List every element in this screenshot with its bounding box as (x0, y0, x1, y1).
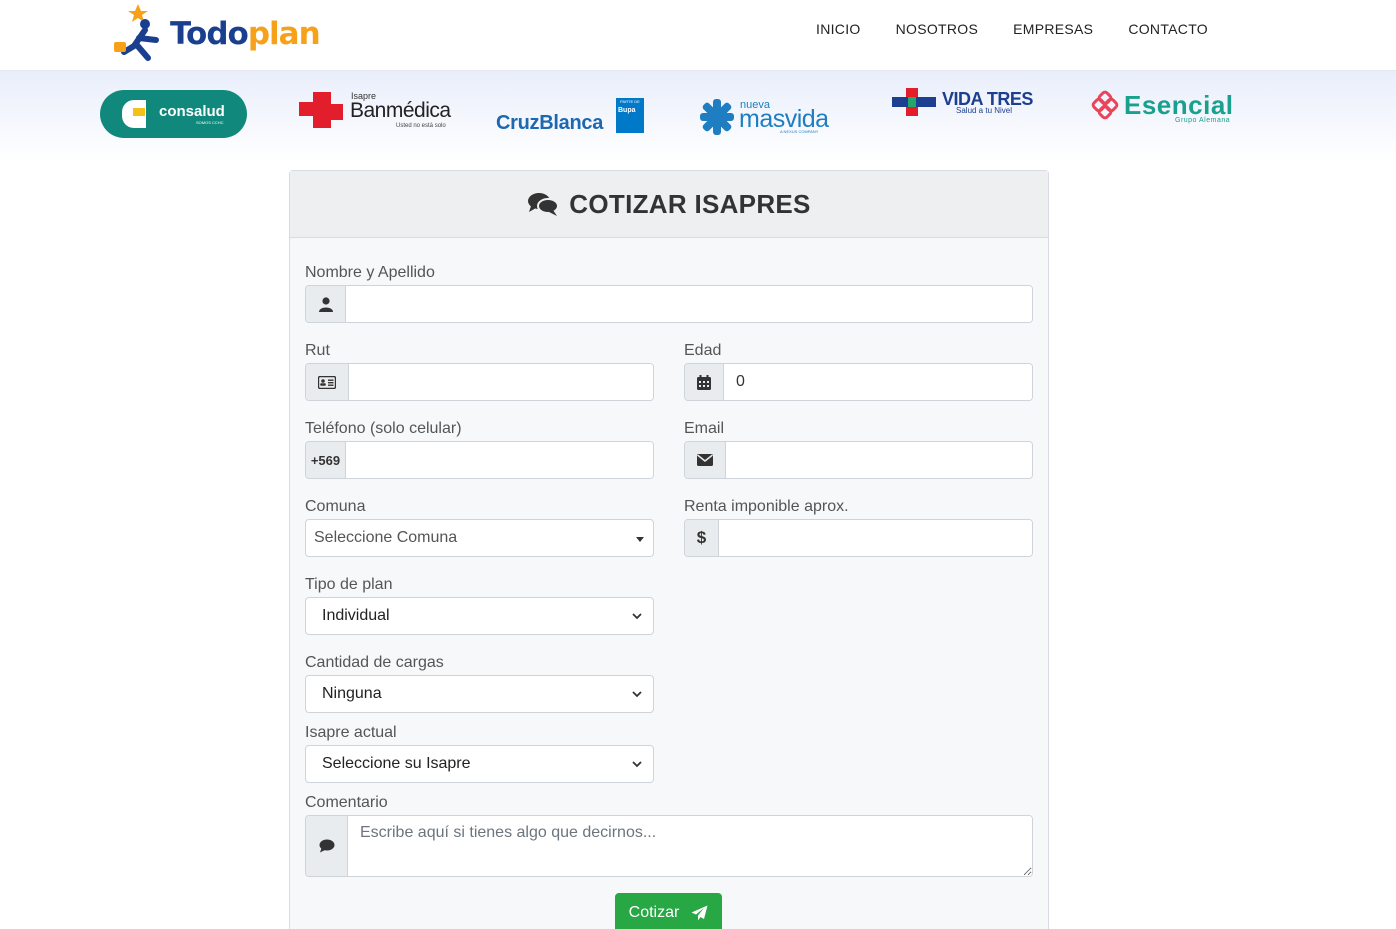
comentario-label: Comentario (305, 794, 388, 811)
renta-label: Renta imponible aprox. (684, 498, 849, 515)
rut-input-group (305, 363, 654, 401)
comments-icon (528, 193, 560, 216)
vidatres-cross-icon (892, 88, 936, 116)
comentario-textarea[interactable] (348, 816, 1032, 876)
running-man-icon (114, 4, 159, 61)
cruzblanca-logo: CruzBlanca PARTE DE Bupa (496, 98, 646, 138)
todoplan-logo[interactable]: Todoplan (112, 2, 327, 64)
telefono-input[interactable] (346, 442, 653, 478)
isapre-logo-strip: consalud SOMOS CCHC Isapre Banmédica Ust… (0, 71, 1396, 161)
edad-input-group (684, 363, 1033, 401)
comentario-input-group (305, 815, 1033, 877)
banmedica-logo: Isapre Banmédica Usted no está solo (297, 90, 451, 134)
paper-plane-icon (691, 905, 708, 921)
dollar-sign-prefix: $ (685, 520, 719, 556)
envelope-icon (685, 442, 726, 478)
masvida-logo: nueva masvida A NEXUS COMPANY (700, 99, 840, 139)
cotizar-button-label: Cotizar (628, 904, 680, 921)
esencial-knot-icon (1091, 90, 1119, 120)
rut-input[interactable] (349, 364, 653, 400)
chevron-down-icon (632, 761, 642, 768)
form-title: COTIZAR ISAPRES (569, 188, 811, 219)
email-input[interactable] (726, 442, 1032, 478)
consalud-logo: consalud SOMOS CCHC (100, 90, 247, 138)
cargas-select[interactable]: Ninguna (305, 675, 654, 713)
nav-empresas[interactable]: EMPRESAS (1013, 21, 1093, 37)
site-header: Todoplan INICIO NOSOTROS EMPRESAS CONTAC… (0, 0, 1396, 71)
renta-input[interactable] (719, 520, 1032, 556)
tipo-plan-select[interactable]: Individual (305, 597, 654, 635)
edad-label: Edad (684, 342, 722, 359)
isapre-actual-select[interactable]: Seleccione su Isapre (305, 745, 654, 783)
nav-inicio[interactable]: INICIO (816, 21, 861, 37)
card-header: COTIZAR ISAPRES (290, 171, 1048, 238)
email-input-group (684, 441, 1033, 479)
tipo-plan-selected-value: Individual (322, 607, 390, 624)
chevron-down-icon (632, 691, 642, 698)
comuna-select[interactable]: Seleccione Comuna (305, 519, 654, 557)
comuna-selected-value: Seleccione Comuna (314, 529, 458, 546)
nav-contacto[interactable]: CONTACTO (1128, 21, 1208, 37)
esencial-logo: Esencial Grupo Alemana (1090, 90, 1242, 126)
isapre-selected-value: Seleccione su Isapre (322, 755, 471, 772)
email-label: Email (684, 420, 725, 437)
nav-nosotros[interactable]: NOSOTROS (896, 21, 979, 37)
isapre-actual-label: Isapre actual (305, 724, 397, 741)
nombre-label: Nombre y Apellido (305, 264, 435, 281)
tipo-plan-label: Tipo de plan (305, 576, 393, 593)
masvida-cross-icon (700, 99, 734, 135)
banmedica-cube-icon (299, 92, 343, 128)
calendar-icon (685, 364, 724, 400)
edad-input[interactable] (724, 364, 1032, 400)
renta-input-group: $ (684, 519, 1033, 557)
caret-down-icon (636, 537, 644, 542)
comuna-label: Comuna (305, 498, 366, 515)
nombre-input-group (305, 285, 1033, 323)
chevron-down-icon (632, 613, 642, 620)
id-card-icon (306, 364, 349, 400)
telefono-label: Teléfono (solo celular) (305, 420, 462, 437)
vidatres-logo: VIDA TRES Salud a tu Nivel (892, 88, 1044, 120)
phone-prefix: +569 (306, 442, 346, 478)
rut-label: Rut (305, 342, 330, 359)
comment-icon (306, 816, 348, 876)
nombre-input[interactable] (346, 286, 1032, 322)
cargas-label: Cantidad de cargas (305, 654, 444, 671)
logo-wordmark: Todoplan (170, 16, 321, 52)
bupa-badge: PARTE DE Bupa (616, 98, 644, 133)
cargas-selected-value: Ninguna (322, 685, 382, 702)
cotizar-button[interactable]: Cotizar (615, 893, 722, 929)
telefono-input-group: +569 (305, 441, 654, 479)
main-nav: INICIO NOSOTROS EMPRESAS CONTACTO (816, 21, 1208, 37)
user-icon (306, 286, 346, 322)
